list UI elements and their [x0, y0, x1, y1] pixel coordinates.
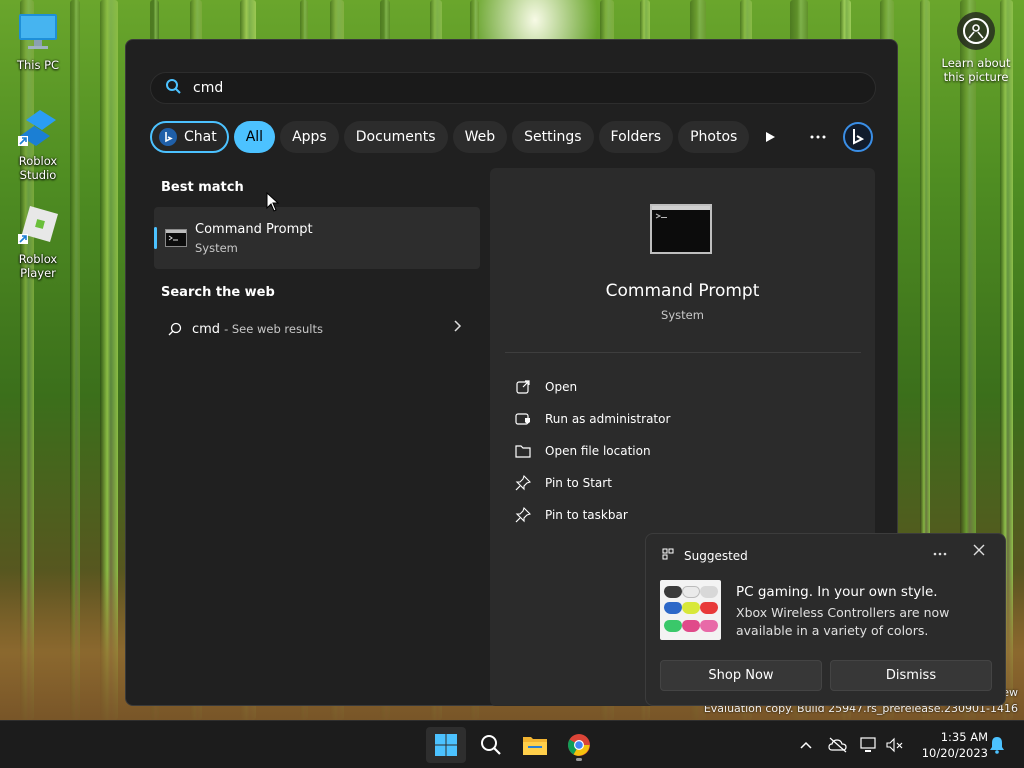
web-result-item[interactable]: cmd - See web results — [154, 318, 480, 340]
pin-icon — [515, 475, 531, 491]
folder-icon — [523, 737, 547, 755]
search-web-heading: Search the web — [161, 285, 275, 300]
filter-chat[interactable]: Chat — [150, 121, 229, 153]
toast-header: Suggested — [684, 548, 748, 563]
monitor-icon — [16, 10, 60, 54]
best-match-type: System — [195, 240, 238, 255]
details-title: Command Prompt — [605, 281, 760, 301]
more-filters-play-icon[interactable] — [752, 121, 788, 153]
system-clock[interactable]: 1:35 AM 10/20/2023 — [912, 729, 988, 761]
action-run-as-administrator[interactable]: Run as administrator — [515, 403, 670, 435]
selection-accent — [154, 227, 157, 249]
chevron-right-icon[interactable] — [452, 320, 462, 336]
best-match-command-prompt[interactable]: Command Prompt System — [154, 207, 480, 269]
bing-icon[interactable] — [840, 121, 876, 153]
action-pin-to-taskbar[interactable]: Pin to taskbar — [515, 499, 670, 531]
desktop-icon-label: Roblox Player — [18, 252, 58, 280]
windows-logo-icon — [435, 734, 457, 756]
filter-documents[interactable]: Documents — [343, 121, 448, 153]
action-label: Run as administrator — [545, 412, 671, 426]
camera-info-icon — [957, 12, 995, 50]
notification-bell-icon[interactable] — [986, 734, 1008, 756]
filter-settings[interactable]: Settings — [512, 121, 594, 153]
open-external-icon — [515, 379, 531, 395]
clock-date: 10/20/2023 — [921, 746, 988, 760]
action-label: Open — [545, 380, 578, 394]
taskbar-search-button[interactable] — [471, 727, 511, 763]
search-icon — [481, 735, 501, 755]
action-open-file-location[interactable]: Open file location — [515, 435, 670, 467]
running-indicator — [576, 758, 582, 761]
toast-body-text: Xbox Wireless Controllers are now availa… — [736, 605, 950, 638]
onedrive-offline-icon[interactable] — [827, 734, 849, 756]
taskbar: 1:35 AM 10/20/2023 — [0, 720, 1024, 768]
filter-photos[interactable]: Photos — [678, 121, 750, 153]
admin-shield-icon — [515, 411, 531, 427]
search-bar[interactable] — [150, 72, 876, 104]
suggested-notification: Suggested PC gaming. In your own style. … — [645, 533, 1006, 706]
search-input[interactable] — [193, 80, 793, 96]
command-prompt-large-icon — [650, 204, 712, 254]
volume-muted-icon[interactable] — [884, 734, 906, 756]
filter-label: Chat — [184, 129, 217, 145]
roblox-studio-icon — [16, 106, 60, 150]
desktop-icon-label: Roblox Studio — [18, 154, 58, 182]
mouse-cursor-icon — [266, 191, 280, 216]
suggestion-flag-icon — [662, 548, 674, 563]
learn-about-label: Learn about this picture — [941, 56, 1011, 84]
xbox-controllers-image — [660, 580, 721, 640]
start-button[interactable] — [426, 727, 466, 763]
pin-icon — [515, 507, 531, 523]
desktop-icon-roblox-studio[interactable]: Roblox Studio — [0, 106, 76, 182]
details-divider — [505, 352, 861, 353]
filter-apps[interactable]: Apps — [280, 121, 339, 153]
filter-web[interactable]: Web — [452, 121, 508, 153]
learn-about-picture[interactable]: Learn about this picture — [936, 12, 1016, 84]
network-icon[interactable] — [858, 734, 880, 756]
action-label: Pin to Start — [545, 476, 612, 490]
web-search-icon — [168, 322, 182, 336]
action-label: Pin to taskbar — [545, 508, 628, 522]
dismiss-button[interactable]: Dismiss — [830, 660, 992, 691]
best-match-name: Command Prompt — [195, 221, 313, 237]
best-match-heading: Best match — [161, 180, 244, 195]
more-options-icon[interactable] — [933, 544, 947, 560]
search-icon — [165, 78, 181, 98]
chevron-up-icon[interactable] — [795, 734, 817, 756]
shop-now-button[interactable]: Shop Now — [660, 660, 822, 691]
roblox-player-icon — [16, 204, 60, 248]
file-explorer-button[interactable] — [515, 727, 555, 763]
chrome-icon — [568, 734, 590, 756]
chrome-button[interactable] — [559, 727, 599, 763]
web-result-query: cmd — [192, 321, 221, 337]
web-result-suffix: - See web results — [224, 322, 323, 336]
filter-tools — [740, 120, 876, 154]
results-list: Best match Command Prompt System Search … — [154, 170, 480, 340]
details-actions: Open Run as administrator Open file loca… — [515, 371, 670, 531]
filter-all[interactable]: All — [233, 121, 276, 153]
action-label: Open file location — [545, 444, 651, 458]
toast-title: PC gaming. In your own style. — [736, 584, 938, 600]
desktop-icon-roblox-player[interactable]: Roblox Player — [0, 204, 76, 280]
more-options-icon[interactable] — [800, 121, 836, 153]
action-open[interactable]: Open — [515, 371, 670, 403]
bing-chat-icon — [158, 127, 178, 147]
filter-folders[interactable]: Folders — [598, 121, 674, 153]
command-prompt-icon — [165, 229, 187, 247]
action-pin-to-start[interactable]: Pin to Start — [515, 467, 670, 499]
details-subtitle: System — [661, 308, 704, 322]
desktop-icon-this-pc[interactable]: This PC — [0, 10, 76, 72]
folder-icon — [515, 443, 531, 459]
filter-bar: Chat All Apps Documents Web Settings Fol… — [150, 120, 876, 154]
clock-time: 1:35 AM — [940, 730, 988, 744]
close-icon[interactable] — [973, 544, 985, 560]
desktop-icon-label: This PC — [16, 58, 60, 72]
